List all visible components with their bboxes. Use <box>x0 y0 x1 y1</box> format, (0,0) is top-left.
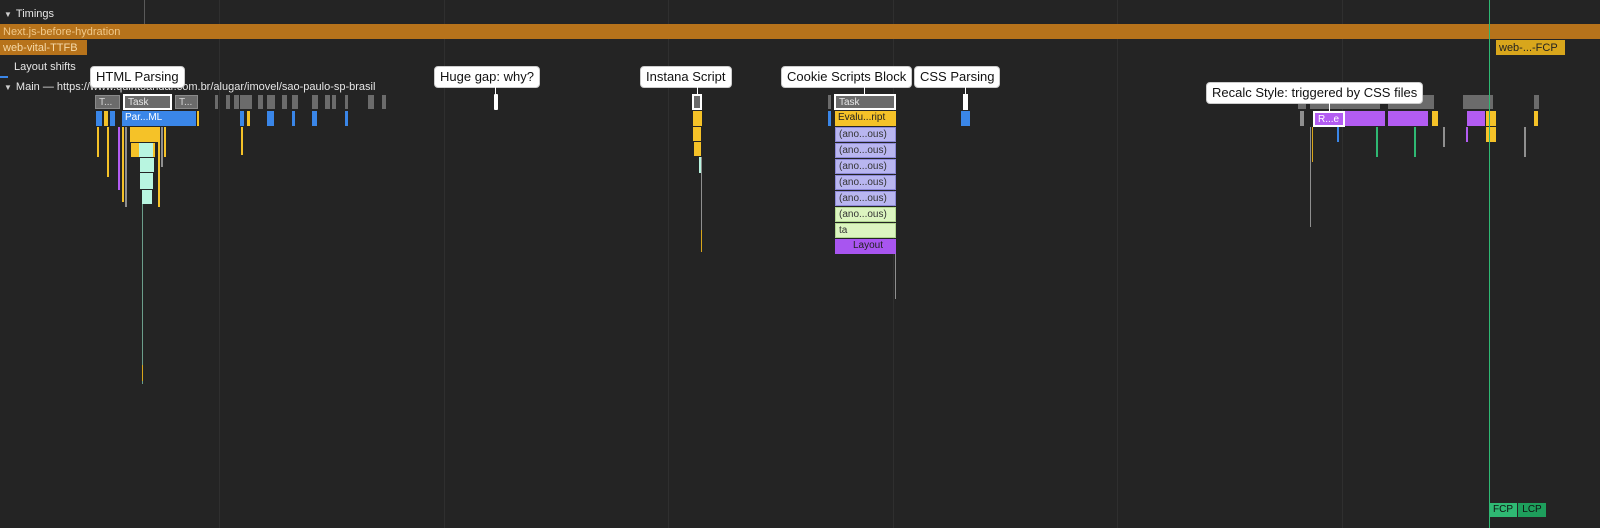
web-vital-fcp-bar[interactable]: web-...-FCP <box>1496 40 1565 55</box>
flame-compile-block[interactable] <box>140 173 153 189</box>
flame-sliver <box>118 127 120 190</box>
expand-triangle-icon: ▼ <box>4 10 12 19</box>
task-label: Task <box>128 97 149 108</box>
anonymous-label: (ano...ous) <box>839 161 887 172</box>
annotation-connector <box>697 87 698 95</box>
anonymous-label: (ano...ous) <box>839 145 887 156</box>
next-before-hydration-bar[interactable]: Next.js-before-hydration <box>0 24 1600 39</box>
flame-parse-block[interactable] <box>828 111 831 126</box>
anonymous-label: (ano...ous) <box>839 193 887 204</box>
flame-compile-block[interactable] <box>140 158 154 172</box>
annotation-connector <box>965 87 966 95</box>
cookie-layout[interactable]: Layout <box>835 239 896 254</box>
recalc-style-selected[interactable]: R...e <box>1313 111 1345 127</box>
flame-compile-block[interactable] <box>139 143 153 157</box>
annotation-connector <box>495 87 496 95</box>
task-label: T... <box>99 97 113 108</box>
annotation-instana[interactable]: Instana Script <box>640 66 732 88</box>
css-parsing-marker[interactable] <box>963 94 968 110</box>
cookie-anonymous-4[interactable]: (ano...ous) <box>835 175 896 190</box>
flame-task-block[interactable]: T... <box>95 95 120 109</box>
flame-task-selected[interactable]: Task <box>123 94 172 110</box>
annotation-cookie-scripts[interactable]: Cookie Scripts Block <box>781 66 913 88</box>
instana-script-block[interactable] <box>694 142 701 156</box>
flame-sliver <box>142 204 143 384</box>
annotation-recalc-style[interactable]: Recalc Style: triggered by CSS files <box>1206 82 1424 104</box>
flame-parse-block[interactable] <box>110 111 115 126</box>
main-track-label: Main — https://www.quintoandar.com.br/al… <box>15 81 376 93</box>
flame-parse-html[interactable]: Par...ML <box>122 111 174 126</box>
cookie-ta[interactable]: ta <box>835 223 896 238</box>
web-vital-ttfb-label: web-vital-TTFB <box>3 42 78 54</box>
parse-html-label: Par...ML <box>125 112 163 123</box>
flame-script-block[interactable] <box>104 111 108 126</box>
flame-script-block[interactable] <box>130 127 153 142</box>
expand-triangle-icon: ▼ <box>4 83 12 92</box>
web-vital-ttfb-bar[interactable]: web-vital-TTFB <box>0 40 87 55</box>
performance-panel: { "tracks": { "timings_label": "Timings"… <box>0 0 1600 528</box>
cookie-anonymous-6[interactable]: (ano...ous) <box>835 207 896 222</box>
recalc-style-label: R...e <box>1318 114 1340 125</box>
next-before-hydration-label: Next.js-before-hydration <box>3 26 121 38</box>
flame-sliver <box>895 254 896 299</box>
cookie-evaluate-script[interactable]: Evalu...ript <box>835 111 896 126</box>
annotation-css-parsing[interactable]: CSS Parsing <box>914 66 1001 88</box>
anonymous-label: (ano...ous) <box>839 177 887 188</box>
layout-label: Layout <box>853 240 884 251</box>
timings-track-header[interactable]: ▼ Timings <box>4 8 54 20</box>
instana-task-selected[interactable] <box>692 94 702 110</box>
flame-sliver <box>125 127 127 207</box>
anonymous-label: (ano...ous) <box>839 209 887 220</box>
cookie-anonymous-1[interactable]: (ano...ous) <box>835 127 896 142</box>
flame-sliver <box>701 230 702 252</box>
flame-compile-block[interactable] <box>142 190 152 204</box>
cookie-task[interactable]: Task <box>834 94 896 110</box>
evaluate-script-label: Evalu...ript <box>838 112 886 123</box>
flame-sliver <box>142 365 143 381</box>
flame-sliver <box>161 127 163 167</box>
task-label: T... <box>179 97 193 108</box>
cookie-anonymous-2[interactable]: (ano...ous) <box>835 143 896 158</box>
fcp-marker[interactable]: FCP <box>1489 503 1517 517</box>
flame-sliver <box>164 127 166 157</box>
flame-sliver <box>107 127 109 177</box>
css-parsing-block[interactable] <box>961 111 970 126</box>
instana-script-block[interactable] <box>693 127 701 141</box>
task-label: Task <box>839 97 860 108</box>
flame-task-block[interactable] <box>828 95 831 109</box>
cookie-anonymous-3[interactable]: (ano...ous) <box>835 159 896 174</box>
layout-shift-marker[interactable] <box>0 76 8 78</box>
annotation-html-parsing[interactable]: HTML Parsing <box>90 66 185 88</box>
anonymous-label: (ano...ous) <box>839 129 887 140</box>
layout-shifts-label[interactable]: Layout shifts <box>14 61 76 73</box>
lcp-marker[interactable]: LCP <box>1518 503 1546 517</box>
annotation-connector <box>1329 103 1330 111</box>
huge-gap-marker[interactable] <box>494 94 498 110</box>
flame-sliver <box>97 127 99 157</box>
ta-label: ta <box>839 225 848 236</box>
main-track-header[interactable]: ▼ Main — https://www.quintoandar.com.br/a… <box>4 81 375 93</box>
flame-parse-block[interactable] <box>96 111 102 126</box>
flame-task-block[interactable]: T... <box>175 95 198 109</box>
flame-sliver <box>122 127 124 202</box>
annotation-connector <box>864 87 865 95</box>
timings-label: Timings <box>15 8 55 20</box>
web-vital-fcp-label: web-...-FCP <box>1499 42 1558 54</box>
instana-script-block[interactable] <box>693 111 702 126</box>
flame-parse-block[interactable] <box>174 111 196 126</box>
fcp-timeline-line <box>1489 0 1490 528</box>
cookie-anonymous-5[interactable]: (ano...ous) <box>835 191 896 206</box>
flame-sliver <box>158 127 160 207</box>
annotation-huge-gap[interactable]: Huge gap: why? <box>434 66 540 88</box>
flame-sliver <box>197 111 199 126</box>
